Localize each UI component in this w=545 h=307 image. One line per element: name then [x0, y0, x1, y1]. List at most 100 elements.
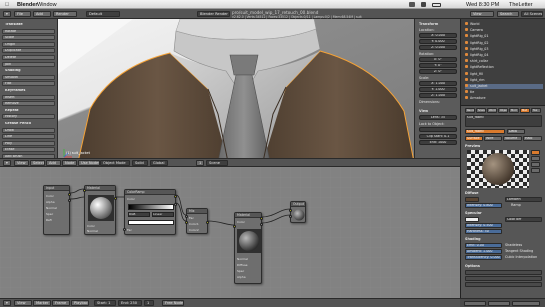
input-socket[interactable]	[289, 209, 292, 212]
specular-shader-dropdown[interactable]: CookTorr	[505, 217, 542, 222]
toolshelf-smooth[interactable]: Smooth	[2, 74, 55, 80]
rotation-y-field[interactable]: Y: 0°	[419, 63, 457, 68]
material-slot-list[interactable]: suit_fabric	[465, 115, 542, 127]
output-socket[interactable]	[206, 221, 209, 224]
outliner-item[interactable]: suit_jacket	[465, 84, 543, 89]
outliner-view-menu[interactable]: View	[470, 11, 494, 17]
toolshelf-keyframes[interactable]: Keyframes	[2, 88, 55, 93]
outliner-search-menu[interactable]: Search	[497, 11, 519, 17]
input-socket[interactable]	[185, 215, 188, 218]
pivot-dropdown[interactable]: Global	[150, 160, 168, 166]
node-output-title[interactable]: Output	[291, 202, 305, 207]
preview-panel-title[interactable]: Preview	[465, 144, 480, 148]
view-panel-title[interactable]: View	[419, 109, 459, 113]
output-socket[interactable]	[174, 203, 177, 206]
input-socket[interactable]	[233, 225, 236, 228]
toolshelf-draw[interactable]: Draw	[2, 127, 55, 133]
volume-icon[interactable]	[421, 2, 426, 7]
outliner-item[interactable]: shirt_collar	[465, 59, 543, 64]
node-mix-title[interactable]: Mix	[187, 209, 207, 214]
options-panel-title[interactable]: Options	[465, 264, 480, 268]
outliner-item[interactable]: lightRig_03	[465, 46, 543, 52]
shadeless-checkbox[interactable]: Shadeless	[505, 243, 522, 247]
node-colorramp-title[interactable]: ColorRamp	[125, 190, 175, 195]
preview-sphere-button[interactable]	[531, 150, 540, 155]
node-material[interactable]: Material Color Normal	[83, 185, 117, 235]
footer-button-2[interactable]	[488, 301, 510, 306]
node-material-2-title[interactable]: Material	[235, 213, 261, 218]
output-socket[interactable]	[114, 197, 117, 200]
wire-tab[interactable]: Wire	[484, 136, 502, 141]
scale-y-field[interactable]: Y: 1.000	[419, 87, 457, 92]
preview-hair-button[interactable]	[531, 168, 540, 173]
menubar-clock[interactable]: Wed 8:30 PM	[466, 2, 499, 8]
output-socket[interactable]	[68, 193, 71, 196]
editor-type-button[interactable]: ▾	[3, 11, 11, 17]
wifi-icon[interactable]	[409, 2, 415, 7]
timeline-menu-marker[interactable]: Marker	[33, 300, 51, 306]
location-y-field[interactable]: Y: 0.000	[419, 39, 457, 44]
ambient-slider[interactable]: Ambient: 1.000	[465, 249, 502, 254]
node-colorramp[interactable]: ColorRamp Color RGB Linear Fac	[123, 189, 177, 235]
cubic-interpolation-checkbox[interactable]: Cubic Interpolation	[505, 255, 537, 259]
outliner-item[interactable]: tie	[465, 90, 543, 95]
rotation-x-field[interactable]: X: 0°	[419, 57, 457, 62]
diffuse-panel-title[interactable]: Diffuse	[465, 191, 478, 195]
toolshelf-grease-pencil[interactable]: Grease Pencil	[2, 121, 55, 126]
properties-tab-render[interactable]: Render	[465, 108, 475, 113]
rotation-z-field[interactable]: Z: 0°	[419, 69, 457, 74]
location-x-field[interactable]: X: 0.000	[419, 33, 457, 38]
diffuse-color-swatch[interactable]	[465, 197, 479, 202]
input-socket[interactable]	[289, 215, 292, 218]
location-z-field[interactable]: Z: 0.000	[419, 45, 457, 50]
node-output[interactable]: Output	[289, 201, 306, 223]
tangent-shading-checkbox[interactable]: Tangent Shading	[505, 249, 533, 253]
toolshelf-repeat[interactable]: Repeat	[2, 107, 55, 113]
specular-panel-title[interactable]: Specular	[465, 211, 482, 215]
input-socket[interactable]	[123, 228, 126, 231]
menu-add[interactable]: Add	[33, 11, 51, 17]
render-engine-selector[interactable]: Blender Render	[197, 11, 230, 17]
outliner-item[interactable]: lightRig_01	[465, 34, 543, 39]
menu-window[interactable]: Window	[37, 2, 57, 8]
editor-type-button[interactable]: ▾	[3, 160, 11, 166]
3d-viewport[interactable]: (1) suit_jacket	[58, 19, 414, 162]
output-socket[interactable]	[260, 217, 263, 220]
outliner-item[interactable]: lightReflection	[465, 65, 543, 70]
toolshelf-origin[interactable]: Origin	[2, 41, 55, 47]
menu-file[interactable]: File	[14, 11, 31, 17]
properties-tab-scene[interactable]: Scene	[476, 108, 486, 113]
output-socket[interactable]	[260, 223, 263, 226]
diffuse-intensity-slider[interactable]: Intensity: 0.800	[465, 203, 502, 208]
apple-menu-icon[interactable]: 	[5, 2, 9, 8]
translucency-slider[interactable]: Translucency: 0.000	[465, 255, 502, 260]
free-nodes-button[interactable]: Free Nodes	[162, 300, 184, 306]
material-slot-item[interactable]: suit_fabric	[467, 116, 484, 119]
toolshelf-duplicate[interactable]: Duplicate	[2, 48, 55, 54]
diffuse-ramp-checkbox[interactable]: Ramp	[511, 203, 521, 207]
timeline-menu-playback[interactable]: Playback	[71, 300, 89, 306]
battery-icon[interactable]	[432, 2, 441, 7]
volume-tab[interactable]: Volume	[503, 136, 522, 141]
end-frame-field[interactable]: End: 250	[118, 300, 142, 306]
outliner-item[interactable]: light_rim	[465, 77, 543, 83]
shading-panel-title[interactable]: Shading	[465, 237, 481, 241]
input-socket[interactable]	[83, 189, 86, 192]
start-frame-field[interactable]: Start: 1	[94, 300, 116, 306]
node-header-select[interactable]: Select	[30, 160, 45, 166]
timeline-menu-view[interactable]: View	[14, 300, 32, 306]
input-socket[interactable]	[185, 221, 188, 224]
clip-start-field[interactable]: Clip Start: 0.1	[419, 134, 457, 139]
ramp-color-mode[interactable]: RGB	[128, 212, 150, 217]
node-mix[interactable]: Mix Fac Color1 Color2	[185, 208, 209, 234]
tie-knot[interactable]	[229, 54, 259, 76]
node-header-node[interactable]: Node	[62, 160, 77, 166]
surface-tab[interactable]: Surface	[465, 136, 483, 141]
toolshelf-shading[interactable]: Shading	[2, 68, 55, 74]
specular-intensity-slider[interactable]: Intensity: 0.500	[465, 223, 502, 228]
toolshelf-erase[interactable]: Erase	[2, 147, 55, 153]
options-row-3[interactable]	[465, 282, 542, 287]
lock-object-field[interactable]	[419, 127, 457, 132]
preview-monkey-button[interactable]	[531, 162, 540, 167]
scale-x-field[interactable]: X: 1.000	[419, 81, 457, 86]
